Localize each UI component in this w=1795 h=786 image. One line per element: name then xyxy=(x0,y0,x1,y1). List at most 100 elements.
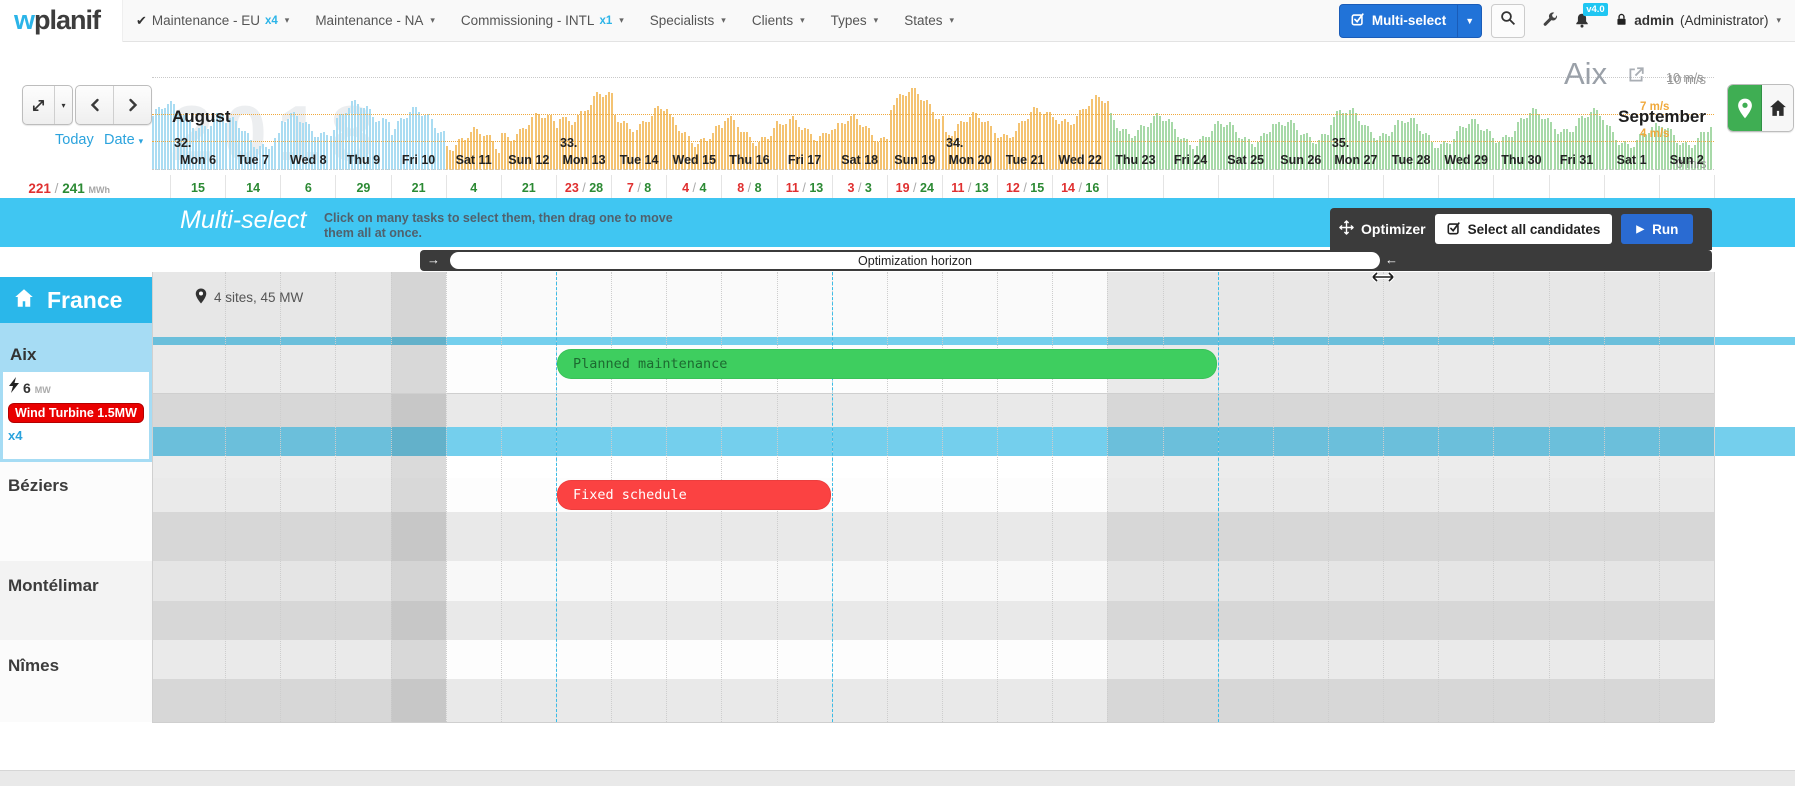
production-used: 14 xyxy=(1061,181,1075,195)
task-bar-planned-maintenance[interactable]: Planned maintenance xyxy=(557,349,1217,379)
next-period-button[interactable] xyxy=(113,86,151,124)
location-pin-icon xyxy=(195,288,207,307)
wind-bar xyxy=(152,116,154,170)
day-separator xyxy=(1714,175,1715,198)
nav-menu-label: Specialists xyxy=(650,13,715,28)
user-menu[interactable]: admin (Administrator) ▾ xyxy=(1615,12,1781,30)
day-gridline xyxy=(225,272,226,722)
optimization-horizon-pill[interactable]: Optimization horizon xyxy=(450,252,1380,269)
run-button[interactable]: ▶ Run xyxy=(1621,214,1693,244)
day-production: 6 xyxy=(280,181,336,195)
site-asset-card: 6 MW Wind Turbine 1.5MW x4 xyxy=(3,372,149,459)
nav-menu-label: Types xyxy=(831,13,867,28)
production-available: 29 xyxy=(356,181,370,195)
notifications-bell-icon[interactable]: v4.0 xyxy=(1574,12,1590,29)
chevron-down-icon: ▾ xyxy=(874,15,879,26)
site-capacity: 6 MW xyxy=(8,377,149,398)
external-link-icon[interactable] xyxy=(1627,66,1645,89)
day-gridline xyxy=(446,272,447,722)
production-used: 7 xyxy=(627,181,634,195)
multiselect-button-label: Multi-select xyxy=(1372,13,1446,28)
day-column-label: Wed 22 xyxy=(1052,153,1108,167)
task-bar-fixed-schedule[interactable]: Fixed schedule xyxy=(557,480,831,510)
nav-menu-types[interactable]: Types ▾ xyxy=(818,0,892,41)
user-name: admin xyxy=(1634,13,1674,28)
row-separator xyxy=(152,393,1714,394)
sidebar-site-nimes[interactable]: Nîmes xyxy=(8,656,59,676)
today-link[interactable]: Today xyxy=(55,132,94,148)
day-gridline xyxy=(997,272,998,722)
production-used: 19 xyxy=(896,181,910,195)
day-production: 14 / 16 xyxy=(1052,181,1108,195)
date-dropdown[interactable]: Date ▾ xyxy=(104,132,143,148)
wind-gridline xyxy=(152,114,1714,115)
production-available: 21 xyxy=(522,181,536,195)
date-dropdown-label: Date xyxy=(104,132,135,148)
day-column-label: Sat 1 xyxy=(1604,153,1660,167)
previous-period-button[interactable] xyxy=(76,86,113,124)
production-available: 16 xyxy=(1085,181,1099,195)
nav-menu-clients[interactable]: Clients▾ xyxy=(739,0,818,41)
map-view-button[interactable] xyxy=(1728,85,1762,131)
chevron-down-icon: ▾ xyxy=(619,15,624,26)
day-gridline xyxy=(942,272,943,722)
chevron-down-icon: ▾ xyxy=(800,15,805,26)
production-separator: / xyxy=(55,181,59,196)
site-name[interactable]: Aix xyxy=(10,345,36,365)
production-generated: 221 xyxy=(28,181,51,196)
day-gridline xyxy=(1438,272,1439,722)
day-gridline xyxy=(1383,272,1384,722)
day-production: 29 xyxy=(335,181,391,195)
multiselect-button-main[interactable]: Multi-select xyxy=(1340,5,1457,37)
production-separator: / xyxy=(634,181,644,195)
settings-wrench-icon[interactable] xyxy=(1542,12,1559,29)
day-gridline xyxy=(1052,272,1053,722)
today-column-overlay xyxy=(391,272,446,722)
production-available: 3 xyxy=(865,181,872,195)
nav-menu-label: States xyxy=(904,13,942,28)
production-separator: / xyxy=(579,181,589,195)
nav-menu-commissioning-intl[interactable]: Commissioning - INTLx1▾ xyxy=(448,0,637,41)
app-logo[interactable]: wplanif xyxy=(0,0,123,42)
range-dropdown-caret[interactable]: ▾ xyxy=(54,86,72,124)
user-role: (Administrator) xyxy=(1680,13,1769,28)
production-available: 21 xyxy=(412,181,426,195)
day-separator xyxy=(1163,175,1164,198)
search-icon xyxy=(1500,10,1516,31)
home-view-button[interactable] xyxy=(1762,85,1793,131)
nav-menu-maintenance-eu[interactable]: ✔Maintenance - EUx4▾ xyxy=(123,0,302,41)
production-max: 241 xyxy=(62,181,85,196)
home-icon xyxy=(14,287,34,314)
production-available: 14 xyxy=(246,181,260,195)
sidebar-site-beziers[interactable]: Béziers xyxy=(8,476,68,496)
select-all-candidates-button[interactable]: Select all candidates xyxy=(1435,214,1613,244)
nav-menu-specialists[interactable]: Specialists▾ xyxy=(637,0,739,41)
day-separator xyxy=(1493,175,1494,198)
nav-menu-states[interactable]: States▾ xyxy=(891,0,967,41)
resize-cursor-icon xyxy=(1370,270,1396,289)
day-column-label: Sun 26 xyxy=(1273,153,1329,167)
multiselect-button[interactable]: Multi-select ▼ xyxy=(1339,4,1482,38)
sidebar-site-montelimar[interactable]: Montélimar xyxy=(8,576,99,596)
day-gridline xyxy=(1163,272,1164,722)
day-column-label: Tue 7 xyxy=(225,153,281,167)
day-column-label: Thu 30 xyxy=(1493,153,1549,167)
checkbox-icon xyxy=(1447,221,1461,238)
sidebar-country-france[interactable]: France xyxy=(0,277,152,323)
day-production: 23 / 28 xyxy=(556,181,612,195)
search-button[interactable] xyxy=(1491,4,1525,38)
bottom-scrollbar-track[interactable] xyxy=(0,770,1795,786)
production-unit: MWh xyxy=(89,185,111,195)
chevron-down-icon: ▾ xyxy=(1776,15,1781,26)
multiselect-dropdown-caret[interactable]: ▼ xyxy=(1457,5,1481,37)
day-gridline xyxy=(1273,272,1274,722)
optimizer-label-text: Optimizer xyxy=(1361,221,1426,237)
sidebar-site-aix[interactable]: Aix 6 MW Wind Turbine 1.5MW x4 xyxy=(0,323,152,462)
horizon-end-handle[interactable]: ← xyxy=(1385,252,1398,267)
multiselect-mode-hint: Click on many tasks to select them, then… xyxy=(324,211,696,241)
sidebar-band-montelimar xyxy=(0,561,152,640)
nav-menu-maintenance-na[interactable]: Maintenance - NA▾ xyxy=(302,0,448,41)
expand-range-button[interactable] xyxy=(23,86,54,124)
sidebar-band-nimes xyxy=(0,640,152,722)
horizon-start-handle[interactable]: → xyxy=(427,252,440,267)
